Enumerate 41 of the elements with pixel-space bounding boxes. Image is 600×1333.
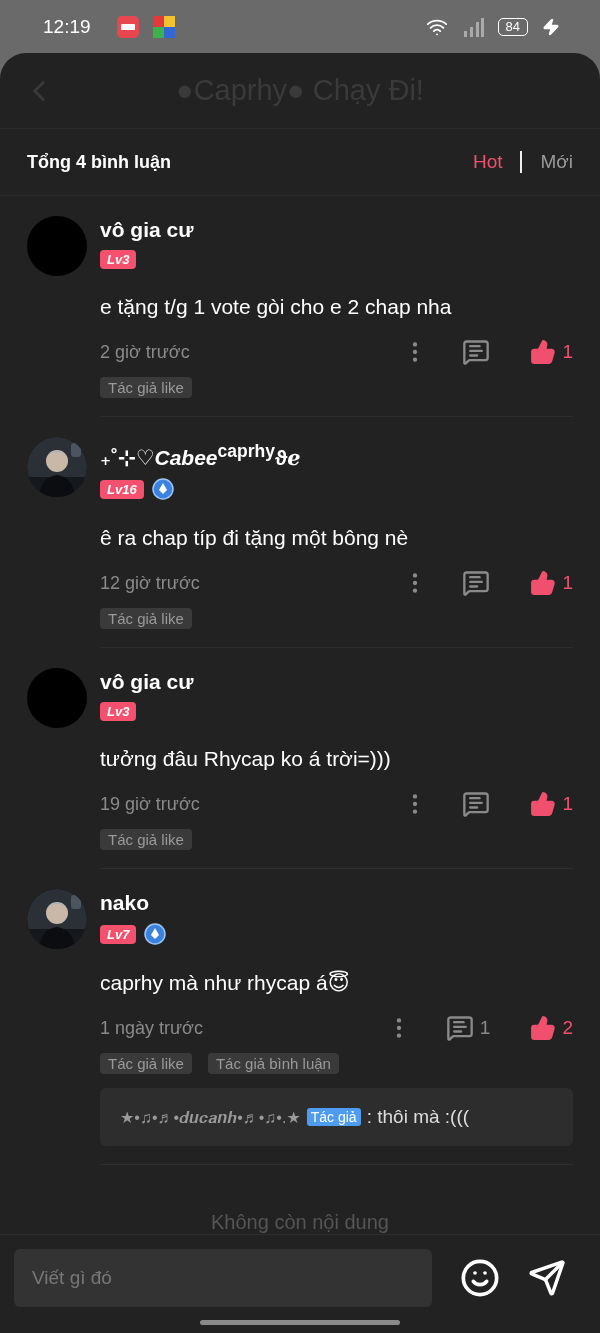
- tag: Tác giả like: [100, 1053, 192, 1074]
- author-badge: Tác giả: [306, 1108, 361, 1126]
- comment-time: 12 giờ trước: [100, 572, 201, 594]
- level-badge: Lv16: [100, 479, 144, 499]
- battery-level: 84: [497, 17, 528, 36]
- sort-tab[interactable]: Mới: [540, 151, 573, 173]
- avatar: [27, 668, 87, 728]
- reply-button[interactable]: [462, 569, 491, 597]
- tag: Tác giả like: [100, 377, 192, 398]
- charging-icon: [542, 17, 560, 36]
- emoji-button[interactable]: [460, 1257, 500, 1298]
- comment-text: e tặng t/g 1 vote gòi cho e 2 chap nha: [100, 295, 453, 319]
- user-name: nako: [100, 890, 150, 916]
- app-icon: [152, 15, 175, 38]
- reply-button[interactable]: [462, 790, 491, 818]
- tag: Tác giả like: [100, 608, 192, 629]
- level-badge: Lv3: [100, 250, 137, 269]
- status-time: 12:19: [43, 15, 91, 38]
- tag: Tác giả like: [100, 829, 192, 850]
- tag: Tác giả bình luận: [207, 1053, 339, 1074]
- user-name: ₊˚⊹♡Cabee$^{caprhy}$ϑℯ: [100, 440, 302, 471]
- reply-author: ★•♫•♬•𝒅𝒖𝒄𝒂𝒏𝒉•♬•♫•.★: [120, 1107, 301, 1127]
- comment-text: ê ra chap típ đi tặng một bông nè: [100, 526, 410, 550]
- send-button[interactable]: [528, 1258, 566, 1297]
- level-badge: Lv3: [100, 702, 137, 721]
- signal-icon: [461, 16, 484, 37]
- user-name: vô gia cư: [100, 669, 195, 695]
- reply-text: : thôi mà :(((: [366, 1106, 470, 1128]
- comment-input[interactable]: Viết gì đó: [14, 1248, 432, 1307]
- comment-text: tưởng đâu Rhycap ko á trời=))): [100, 747, 392, 771]
- comment-time: 2 giờ trước: [100, 341, 191, 363]
- comment-time: 1 ngày trước: [100, 1017, 204, 1039]
- user-name: vô gia cư: [100, 217, 195, 243]
- reply-button[interactable]: [462, 338, 491, 366]
- comment-text: caprhy mà như rhycap á😇: [100, 971, 351, 995]
- avatar: [27, 216, 87, 276]
- sort-tab[interactable]: Hot: [472, 151, 503, 173]
- comment-time: 19 giờ trước: [100, 793, 201, 815]
- comment-count: Tổng 4 bình luận: [27, 151, 172, 173]
- level-badge: Lv7: [100, 924, 137, 944]
- app-icon: [116, 15, 139, 38]
